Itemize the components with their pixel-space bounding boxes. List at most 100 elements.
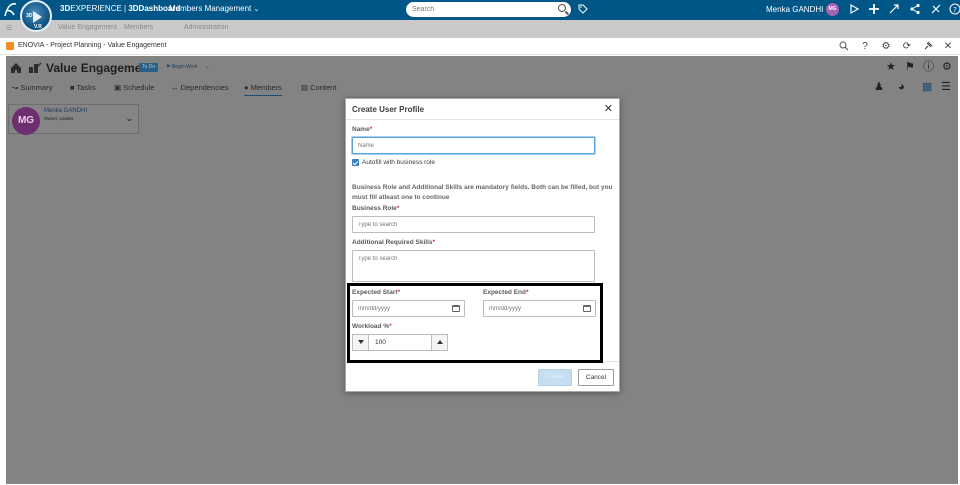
expected-end-input[interactable] [489,304,584,314]
required-mark: * [389,323,392,330]
name-field[interactable] [352,137,595,154]
label-text: Expected End [483,289,526,296]
status-badge[interactable]: To Do [139,63,159,72]
create-button[interactable]: Create [538,369,572,386]
tab-label: Schedule [123,83,155,92]
tools-icon[interactable] [929,3,943,17]
close-icon[interactable]: ✕ [604,103,613,115]
project-header: Value Engagement To Do ⚑ Begin Work ⌄ ★ … [6,56,958,96]
name-label: Name* [352,126,372,133]
dashboard-tab[interactable]: Value Engagement [58,24,117,31]
user-name[interactable]: Menka GANDHI [766,5,823,14]
app-switcher[interactable]: Members Management ⌄ [169,4,259,13]
tab-content[interactable]: ▤ Content [301,83,336,92]
menu-icon[interactable]: ☰ [6,24,12,32]
skills-label: Additional Required Skills* [352,239,435,246]
required-mark: * [396,205,400,212]
home-icon[interactable] [10,62,22,76]
increment-button[interactable] [431,335,447,350]
network-icon[interactable] [908,3,922,17]
triangle-down-icon [358,340,364,344]
expected-start-input[interactable] [358,304,453,314]
workload-label: Workload %* [352,323,392,330]
skills-input[interactable] [358,254,563,264]
search-icon[interactable] [558,4,566,12]
avatar[interactable]: MG [826,3,839,16]
business-role-field[interactable] [352,216,595,233]
calendar-icon[interactable] [583,305,591,312]
chevron-down-icon[interactable]: ⌄ [125,113,133,124]
settings-icon[interactable]: ⚙ [942,62,952,73]
required-mark: * [432,239,436,246]
enovia-icon [6,42,14,50]
search-icon[interactable] [838,41,850,53]
share-icon[interactable] [847,3,861,17]
pin-icon[interactable] [922,41,934,53]
tab-label: Summary [20,83,53,92]
compass-label: V.R [34,24,42,30]
tab-summary[interactable]: ↝ Summary [12,83,52,92]
expected-start-label: Expected Start* [352,289,400,296]
search-box[interactable] [406,2,571,17]
add-member-icon[interactable]: ♟ [874,82,884,93]
skills-field[interactable] [352,250,595,282]
flag-icon: ⚑ [166,64,171,70]
brand-rest: EXPERIENCE | [70,4,129,13]
play-icon [33,11,42,23]
triangle-up-icon [437,340,443,344]
compass-icon[interactable]: 3D V.R [20,0,52,32]
collaborate-icon[interactable] [887,3,901,17]
settings-icon[interactable]: ⚙ [880,41,892,53]
calendar-icon: ▣ [114,83,124,92]
tab-label: Dependencies [180,83,229,92]
dashboard-tab[interactable]: Administration [184,24,228,31]
dialog-header: Create User Profile ✕ [346,99,619,120]
member-card[interactable]: MG Menka GANDHI Owner, Leader ⌄ [8,104,139,135]
dashboard-tabs-bar: ☰ Value Engagement Members Administratio… [0,20,960,38]
create-user-profile-dialog: Create User Profile ✕ Name* Autofill wit… [345,98,620,392]
info-icon[interactable]: ⓘ [923,62,934,73]
label-text: Expected Start [352,289,398,296]
workload-stepper[interactable]: 100 [352,334,448,351]
member-name[interactable]: Menka GANDHI [44,108,87,114]
decrement-button[interactable] [353,335,369,350]
dashboard-tab[interactable]: Members [124,24,153,31]
svg-text:?: ? [953,6,957,14]
list-view-icon[interactable]: ☰ [941,82,951,93]
close-icon[interactable]: ✕ [942,41,954,53]
calendar-icon[interactable] [452,305,460,312]
tab-members[interactable]: ● Members [244,83,282,96]
widget-title-bar: ENOVIA - Project Planning - Value Engage… [0,38,960,55]
dialog-footer: Create Cancel [346,361,619,391]
autofill-checkbox[interactable] [352,159,359,166]
avatar: MG [12,107,40,135]
star-icon[interactable]: ★ [886,62,896,73]
add-role-icon[interactable]: ◕ [898,82,905,93]
dependencies-icon: ↔ [171,83,181,92]
chevron-down-icon: ⌄ [205,64,210,70]
tab-dependencies[interactable]: ↔ Dependencies [171,83,229,92]
expected-end-field[interactable] [483,300,596,317]
tab-schedule[interactable]: ▣ Schedule [114,83,154,92]
begin-work-button[interactable]: ⚑ Begin Work ⌄ [166,64,209,70]
top-bar: 3D V.R 3DEXPERIENCE | 3DDashboard Member… [0,0,960,32]
member-role: Owner, Leader [44,116,74,121]
tag-icon[interactable] [578,4,588,14]
cancel-button[interactable]: Cancel [578,369,614,386]
name-input[interactable] [358,141,563,151]
tile-view-icon[interactable]: ▦ [922,82,932,93]
expected-start-field[interactable] [352,300,465,317]
tab-tasks[interactable]: ■ Tasks [70,83,96,92]
add-icon[interactable] [867,3,881,17]
help-icon[interactable]: ? [859,41,871,53]
refresh-icon[interactable]: ⟳ [901,41,913,53]
help-icon[interactable]: ? [948,3,960,17]
search-input[interactable] [412,4,552,15]
workload-value[interactable]: 100 [375,339,386,346]
tag-icon[interactable]: ⚑ [905,62,915,73]
app-name: Members Management [169,4,252,13]
autofill-label[interactable]: Autofill with business role [362,159,435,166]
dialog-title: Create User Profile [352,105,425,114]
business-role-input[interactable] [358,220,563,230]
ds-logo-icon[interactable] [2,1,18,19]
